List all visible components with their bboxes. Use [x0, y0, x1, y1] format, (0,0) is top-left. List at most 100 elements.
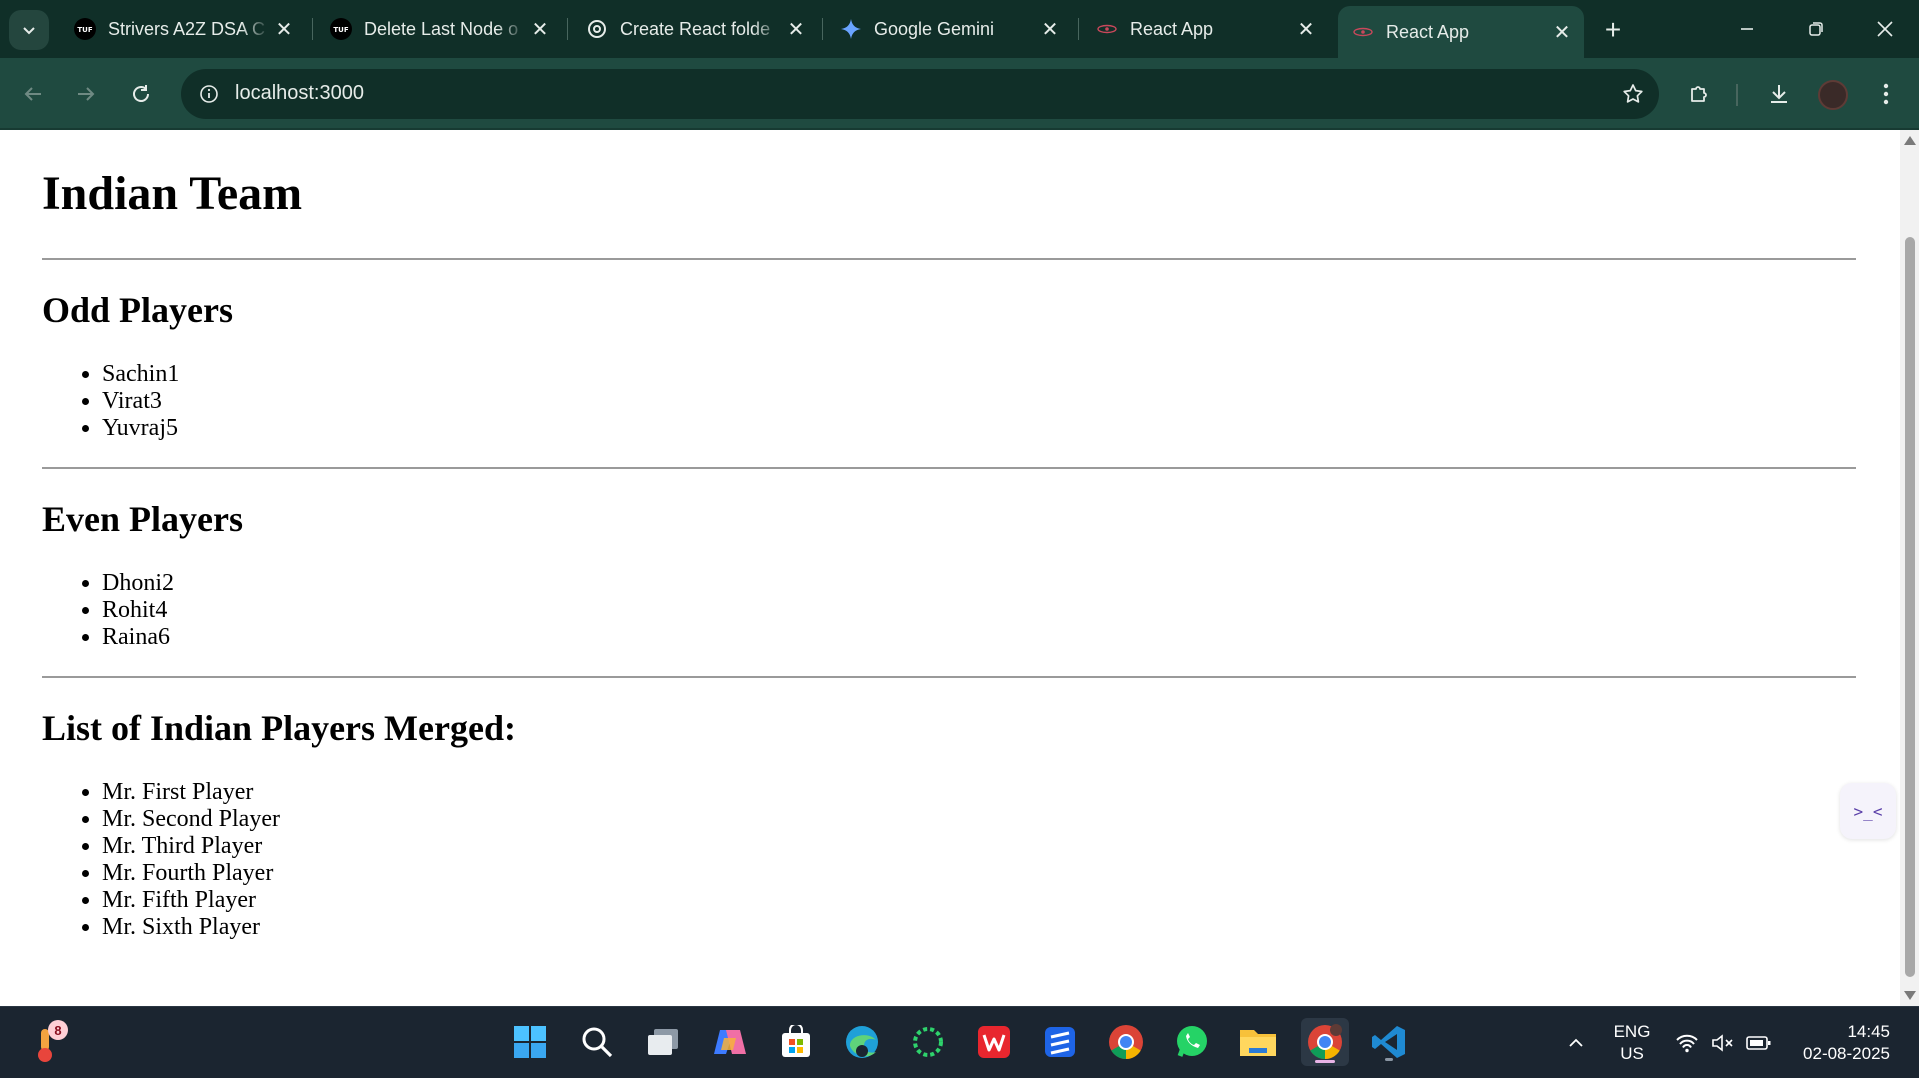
- profile-avatar[interactable]: [1818, 80, 1848, 110]
- close-icon[interactable]: ✕: [782, 15, 810, 43]
- plus-icon: +: [1604, 14, 1622, 45]
- close-icon[interactable]: ✕: [1548, 18, 1576, 46]
- microsoft-store-button[interactable]: [774, 1020, 818, 1064]
- tab-create-react-folder[interactable]: Create React folde ✕: [572, 8, 818, 50]
- reload-button[interactable]: [121, 74, 161, 114]
- notification-badge: 8: [48, 1020, 68, 1040]
- tab-title: Strivers A2Z DSA C: [108, 18, 266, 39]
- list-item: Mr. Third Player: [102, 833, 280, 860]
- list-item: Yuvraj5: [102, 415, 179, 442]
- new-tab-button[interactable]: +: [1596, 13, 1630, 47]
- minimize-button[interactable]: [1713, 0, 1781, 58]
- wps-office-button[interactable]: [972, 1020, 1016, 1064]
- list-item: Virat3: [102, 388, 179, 415]
- extensions-button[interactable]: [1681, 76, 1717, 112]
- tab-google-gemini[interactable]: Google Gemini ✕: [826, 8, 1072, 50]
- app-stack-button[interactable]: [1038, 1020, 1082, 1064]
- language-indicator[interactable]: ENG US: [1604, 1007, 1660, 1079]
- scroll-down-arrow-icon[interactable]: [1904, 991, 1916, 1000]
- wifi-icon[interactable]: [1672, 1007, 1702, 1079]
- loader-app-button[interactable]: [906, 1020, 950, 1064]
- close-icon[interactable]: ✕: [526, 15, 554, 43]
- tab-search-button[interactable]: [9, 10, 49, 50]
- tab-separator: [822, 18, 823, 40]
- edge-button[interactable]: [840, 1020, 884, 1064]
- close-icon[interactable]: ✕: [1036, 15, 1064, 43]
- whatsapp-button[interactable]: [1170, 1020, 1214, 1064]
- copilot-button[interactable]: [708, 1020, 752, 1064]
- arrow-right-icon: [78, 87, 95, 101]
- assistant-widget-button[interactable]: >_<: [1840, 783, 1896, 839]
- browser-tab-strip: TUF Strivers A2Z DSA C ✕ TUF Delete Last…: [0, 0, 1919, 58]
- download-icon: [1771, 85, 1787, 103]
- list-item: Sachin1: [102, 361, 179, 388]
- back-button[interactable]: [13, 74, 53, 114]
- chrome-profile-icon: [1308, 1024, 1342, 1059]
- restore-button[interactable]: [1782, 0, 1850, 58]
- chevron-down-icon: [23, 27, 35, 35]
- merged-players-list: Mr. First Player Mr. Second Player Mr. T…: [42, 779, 280, 941]
- assistant-face-icon: >_<: [1853, 801, 1883, 821]
- site-info-icon[interactable]: [193, 78, 225, 110]
- file-explorer-button[interactable]: [1236, 1020, 1280, 1064]
- weather-widget[interactable]: 8: [28, 1020, 70, 1064]
- speaker-muted-icon[interactable]: [1708, 1007, 1738, 1079]
- divider: [42, 258, 1856, 260]
- keyboard-layout: US: [1620, 1044, 1644, 1063]
- downloads-button[interactable]: [1761, 76, 1797, 112]
- search-icon: [582, 1027, 613, 1058]
- task-view-button[interactable]: [641, 1020, 685, 1064]
- scroll-up-arrow-icon[interactable]: [1904, 136, 1916, 145]
- section-heading: List of Indian Players Merged:: [42, 708, 516, 748]
- tab-title: Delete Last Node o: [364, 18, 519, 39]
- edge-icon: [846, 1026, 878, 1058]
- battery-icon[interactable]: [1744, 1007, 1774, 1079]
- list-item: Dhoni2: [102, 570, 174, 597]
- tab-delete-last-node[interactable]: TUF Delete Last Node o ✕: [316, 8, 562, 50]
- bookmark-star-icon[interactable]: [1617, 78, 1649, 110]
- tab-separator: [312, 18, 313, 40]
- task-view-icon: [648, 1029, 678, 1055]
- tab-title: Google Gemini: [874, 18, 995, 39]
- show-hidden-icons-button[interactable]: [1560, 1007, 1592, 1079]
- menu-button[interactable]: [1868, 76, 1904, 112]
- taskbar-search-button[interactable]: [575, 1020, 619, 1064]
- chatgpt-icon: [586, 18, 608, 40]
- forward-button[interactable]: [66, 74, 106, 114]
- address-bar[interactable]: localhost:3000: [181, 69, 1659, 119]
- tab-react-app[interactable]: React App ✕: [1082, 8, 1328, 50]
- tab-title: React App: [1386, 21, 1470, 42]
- tab-react-app-active[interactable]: React App ✕: [1338, 6, 1584, 58]
- kebab-menu-icon: [1883, 83, 1889, 105]
- start-button[interactable]: [508, 1020, 552, 1064]
- list-item: Mr. Second Player: [102, 806, 280, 833]
- start-icon: [514, 1026, 546, 1058]
- tab-strivers[interactable]: TUF Strivers A2Z DSA C ✕: [60, 8, 306, 50]
- reload-icon: [133, 85, 149, 102]
- tab-separator: [1078, 18, 1079, 40]
- divider: [42, 676, 1856, 678]
- chevron-up-icon: [1569, 1038, 1583, 1047]
- running-indicator: [1385, 1058, 1393, 1061]
- chrome-button[interactable]: [1104, 1020, 1148, 1064]
- copilot-icon: [714, 1030, 746, 1054]
- app-stack-icon: [1045, 1027, 1075, 1057]
- arrow-left-icon: [24, 87, 41, 101]
- scrollbar-thumb[interactable]: [1905, 237, 1915, 977]
- page-scrollbar[interactable]: [1900, 130, 1919, 1006]
- microsoft-store-icon: [782, 1025, 810, 1057]
- tab-separator: [567, 18, 568, 40]
- chrome-profile-button[interactable]: [1301, 1018, 1349, 1066]
- whatsapp-icon: [1177, 1026, 1207, 1057]
- list-item: Rohit4: [102, 597, 174, 624]
- close-window-button[interactable]: [1851, 0, 1919, 58]
- url-text: localhost:3000: [235, 82, 364, 104]
- system-clock[interactable]: 14:45 02-08-2025: [1790, 1007, 1890, 1079]
- minimize-icon: [1741, 28, 1753, 30]
- language-code: ENG: [1613, 1022, 1651, 1041]
- react-icon: [1352, 21, 1374, 43]
- file-explorer-icon: [1240, 1030, 1276, 1056]
- vscode-button[interactable]: [1367, 1020, 1411, 1064]
- close-icon[interactable]: ✕: [1292, 15, 1320, 43]
- close-icon[interactable]: ✕: [270, 15, 298, 43]
